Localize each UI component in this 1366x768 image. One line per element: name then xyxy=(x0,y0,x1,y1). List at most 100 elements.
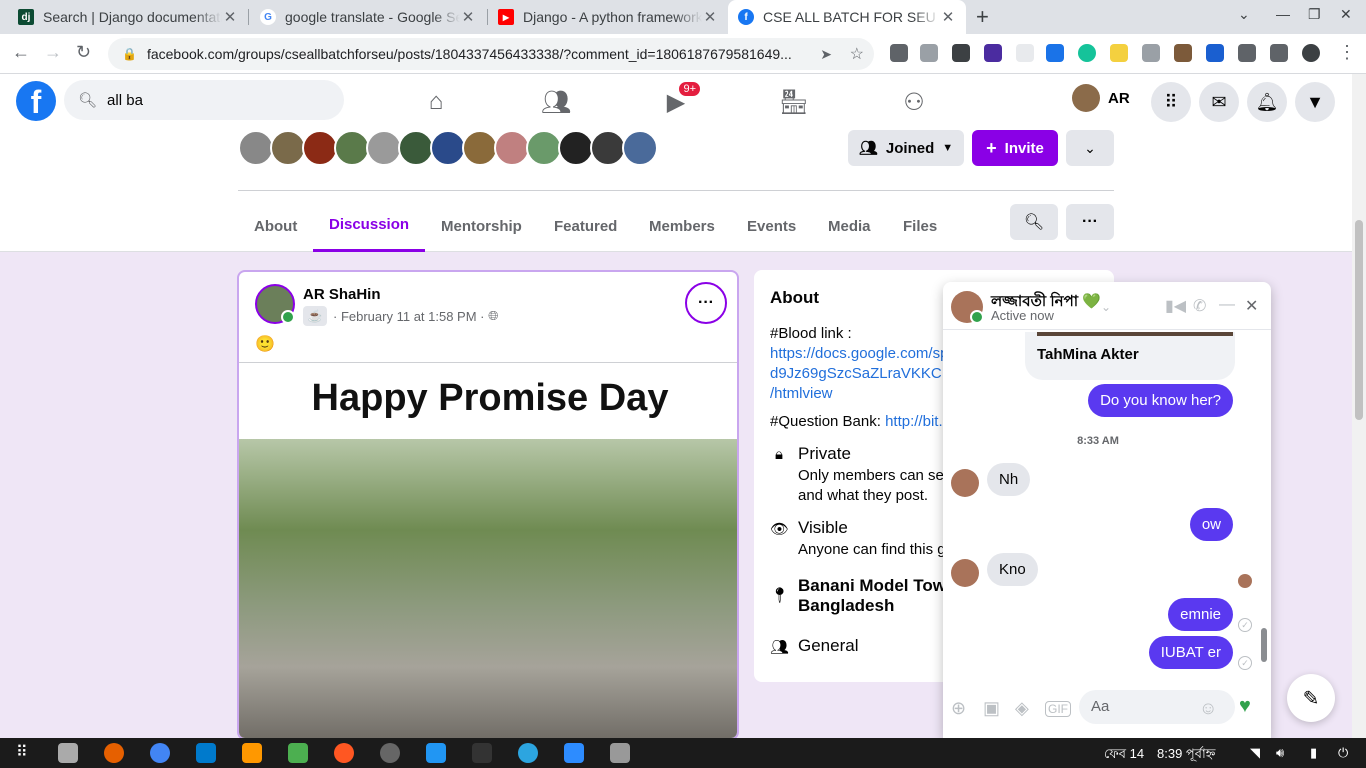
extension-icon[interactable] xyxy=(984,44,1002,62)
scroll-thumb[interactable] xyxy=(1261,628,1267,662)
tab-about[interactable]: About xyxy=(238,200,313,252)
tab-search-icon[interactable]: ⌄ xyxy=(1238,6,1250,23)
page-scrollbar[interactable] xyxy=(1352,74,1366,738)
profile-button[interactable]: AR xyxy=(1072,84,1130,112)
terminal-icon[interactable] xyxy=(472,743,492,763)
extension-icon[interactable] xyxy=(1110,44,1128,62)
tab-facebook[interactable]: f CSE ALL BATCH FOR SEU | Facebook ✕ xyxy=(728,0,966,34)
wifi-icon[interactable]: ◥ xyxy=(1250,745,1260,761)
chat-header[interactable]: লজ্জাবতী নিপা 💚 Active now ⌄ ▮◀ ✆ — ✕ xyxy=(943,282,1271,330)
minimize-icon[interactable]: — xyxy=(1219,296,1235,314)
post-author[interactable]: AR ShaHin xyxy=(303,286,381,303)
share-icon[interactable]: ➤ xyxy=(820,46,832,63)
close-window-icon[interactable]: ✕ xyxy=(1340,6,1352,23)
extension-icon[interactable] xyxy=(1142,44,1160,62)
heart-icon[interactable]: ♥ xyxy=(1239,695,1251,718)
tab-mentorship[interactable]: Mentorship xyxy=(425,200,538,252)
tab-google-translate[interactable]: G google translate - Google Search ✕ xyxy=(250,0,486,34)
tab-youtube[interactable]: ▶ Django - A python framework ✕ xyxy=(488,0,728,34)
close-icon[interactable]: ✕ xyxy=(1245,296,1258,316)
marketplace-icon[interactable]: 🏪︎ xyxy=(774,84,814,120)
extension-icon[interactable] xyxy=(1046,44,1064,62)
bookmark-star-icon[interactable]: ☆ xyxy=(850,44,864,64)
shared-contact-card[interactable]: TahMina Akter xyxy=(1025,332,1235,380)
tab-featured[interactable]: Featured xyxy=(538,200,633,252)
qbank-link[interactable]: http://bit. xyxy=(885,413,943,430)
tab-events[interactable]: Events xyxy=(731,200,812,252)
firefox-icon[interactable] xyxy=(104,743,124,763)
home-icon[interactable]: ⌂ xyxy=(416,84,456,120)
volume-icon[interactable]: 🔊︎ xyxy=(1276,745,1284,761)
json-icon[interactable] xyxy=(1016,44,1034,62)
member-avatars[interactable] xyxy=(238,130,658,166)
shield-icon[interactable] xyxy=(1206,44,1224,62)
blood-link[interactable]: /htmlview xyxy=(770,385,833,402)
apps-icon[interactable] xyxy=(288,743,308,763)
chevron-down-icon[interactable]: ⌄ xyxy=(1066,130,1114,166)
battery-icon[interactable]: ▮ xyxy=(1310,745,1317,761)
facebook-logo-icon[interactable]: f xyxy=(16,81,56,121)
post-options-button[interactable]: ··· xyxy=(685,282,727,324)
tab-discussion[interactable]: Discussion xyxy=(313,200,426,252)
location[interactable]: Banani Model Tow xyxy=(798,576,946,596)
scroll-thumb[interactable] xyxy=(1355,220,1363,420)
blood-link[interactable]: d9Jz69gSzcSaZLraVKKC xyxy=(770,365,942,382)
notifications-icon[interactable]: 🔔︎ xyxy=(1247,82,1287,122)
phone-icon[interactable]: ✆ xyxy=(1193,296,1206,316)
extension-icon[interactable] xyxy=(1174,44,1192,62)
chevron-down-icon[interactable]: ⌄ xyxy=(1101,300,1111,314)
avatar[interactable] xyxy=(255,284,295,324)
puzzle-icon[interactable] xyxy=(1238,44,1256,62)
grammarly-icon[interactable] xyxy=(1078,44,1096,62)
joined-button[interactable]: 👥︎ Joined ▼ xyxy=(848,130,964,166)
minimize-icon[interactable]: — xyxy=(1276,6,1290,22)
close-icon[interactable]: ✕ xyxy=(940,8,956,26)
chrome-icon[interactable] xyxy=(150,743,170,763)
back-icon[interactable]: ← xyxy=(12,42,30,63)
postman-icon[interactable] xyxy=(334,743,354,763)
search-icon[interactable]: 🔍︎ xyxy=(1010,204,1058,240)
plus-icon[interactable]: ⊕ xyxy=(951,698,966,719)
telegram-icon[interactable] xyxy=(518,743,538,763)
zoom-icon[interactable] xyxy=(564,743,584,763)
reload-icon[interactable]: ↻ xyxy=(76,42,91,63)
new-tab-icon[interactable]: + xyxy=(976,4,989,30)
tab-members[interactable]: Members xyxy=(633,200,731,252)
close-icon[interactable]: ✕ xyxy=(222,8,238,26)
power-icon[interactable]: ⏻ xyxy=(1338,745,1348,761)
sticker-icon[interactable]: ◈ xyxy=(1015,698,1029,719)
vscode-icon[interactable] xyxy=(196,743,216,763)
extension-icon[interactable] xyxy=(952,44,970,62)
menu-grid-icon[interactable]: ⠿ xyxy=(1151,82,1191,122)
app-grid-icon[interactable]: ⠿ xyxy=(16,742,28,762)
text-editor-icon[interactable] xyxy=(426,743,446,763)
tab-django-docs[interactable]: dj Search | Django documentation ✕ xyxy=(8,0,248,34)
gif-icon[interactable]: GIF xyxy=(1045,701,1071,717)
avatar[interactable] xyxy=(1302,44,1320,62)
address-bar[interactable]: 🔒 facebook.com/groups/cseallbatchforseu/… xyxy=(108,38,874,70)
blood-link[interactable]: https://docs.google.com/sp xyxy=(770,345,948,362)
post-date[interactable]: February 11 at 1:58 PM xyxy=(341,309,477,324)
obs-icon[interactable] xyxy=(380,743,400,763)
camera-icon[interactable] xyxy=(920,44,938,62)
post-image[interactable]: Happy Promise Day xyxy=(239,363,737,738)
new-message-icon[interactable]: ✎ xyxy=(1287,674,1335,722)
emoji-icon[interactable]: ☺ xyxy=(1199,698,1217,719)
forward-icon[interactable]: → xyxy=(44,42,62,63)
files-icon[interactable] xyxy=(58,743,78,763)
media-icon[interactable] xyxy=(1270,44,1288,62)
account-dropdown-icon[interactable]: ▼ xyxy=(1295,82,1335,122)
messenger-icon[interactable]: ✉ xyxy=(1199,82,1239,122)
location[interactable]: Bangladesh xyxy=(798,596,894,616)
extension-icon[interactable] xyxy=(890,44,908,62)
taskbar-time[interactable]: 8:39 পূর্বাহ্ন xyxy=(1157,745,1215,766)
watch-icon[interactable]: ▶ 9+ xyxy=(656,80,702,120)
maximize-icon[interactable]: ❐ xyxy=(1308,6,1321,23)
image-icon[interactable]: ▣ xyxy=(983,698,1000,719)
tab-media[interactable]: Media xyxy=(812,200,887,252)
database-icon[interactable] xyxy=(610,743,630,763)
chat-scrollbar[interactable] xyxy=(1257,334,1271,678)
invite-button[interactable]: + Invite xyxy=(972,130,1058,166)
tab-files[interactable]: Files xyxy=(887,200,953,252)
menu-icon[interactable]: ⋮ xyxy=(1338,42,1356,63)
